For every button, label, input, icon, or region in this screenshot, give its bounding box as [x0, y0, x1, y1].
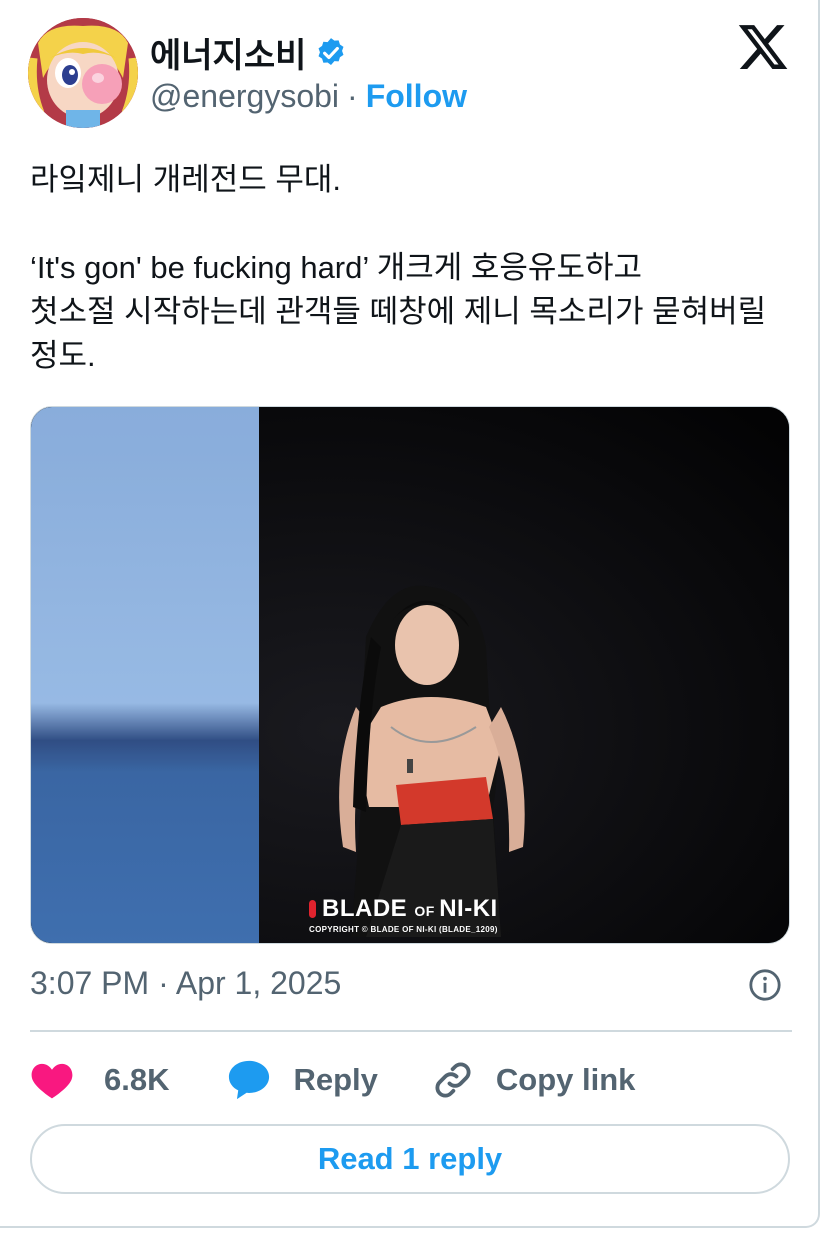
read-replies-label: Read 1 reply	[317, 1141, 503, 1176]
reply-bubble-icon	[227, 1059, 271, 1101]
tweet-text: 라잌제니 개레전드 무대. ‘It's gon' be fucking hard…	[30, 162, 767, 373]
reply-button[interactable]: Reply	[227, 1059, 378, 1101]
video-frame	[31, 407, 789, 943]
author-display-name[interactable]: 에너지소비	[150, 28, 306, 77]
watermark-blade: BLADE	[322, 895, 415, 922]
follow-link[interactable]: Follow	[366, 78, 467, 115]
read-replies-button[interactable]: Read 1 reply	[30, 1124, 790, 1194]
author-handle[interactable]: @energysobi	[150, 78, 339, 115]
author-handle-row: @energysobi · Follow	[150, 78, 467, 115]
heart-icon	[30, 1059, 74, 1101]
tweet-card: 에너지소비 @energysobi · Follow 라잌제니 개레전드 무대.…	[0, 0, 820, 1228]
video-watermark: BLADE OF NI-KI COPYRIGHT © BLADE OF NI-K…	[309, 895, 498, 934]
x-logo-icon[interactable]	[736, 20, 790, 74]
action-bar: 6.8K Reply Copy link	[30, 1055, 635, 1105]
verified-badge-icon	[314, 36, 348, 70]
watermark-copyright: COPYRIGHT © BLADE OF NI-KI (BLADE_1209)	[309, 925, 498, 934]
copy-link-label: Copy link	[495, 1062, 636, 1097]
avatar[interactable]	[28, 18, 138, 128]
separator-dot: ·	[347, 78, 358, 114]
watermark-niki: NI-KI	[439, 895, 498, 922]
like-count: 6.8K	[104, 1062, 170, 1097]
info-icon[interactable]	[748, 968, 782, 1002]
copy-link-button[interactable]: Copy link	[432, 1059, 636, 1101]
divider	[30, 1030, 792, 1032]
record-dot	[309, 900, 317, 918]
author-name-row: 에너지소비	[150, 28, 348, 77]
reply-label: Reply	[293, 1062, 378, 1097]
watermark-of: OF	[414, 903, 440, 919]
tweet-timestamp[interactable]: 3:07 PM · Apr 1, 2025	[30, 965, 341, 1002]
link-icon	[432, 1059, 474, 1101]
media-video[interactable]: BLADE OF NI-KI COPYRIGHT © BLADE OF NI-K…	[30, 406, 790, 944]
like-button[interactable]: 6.8K	[30, 1059, 169, 1101]
